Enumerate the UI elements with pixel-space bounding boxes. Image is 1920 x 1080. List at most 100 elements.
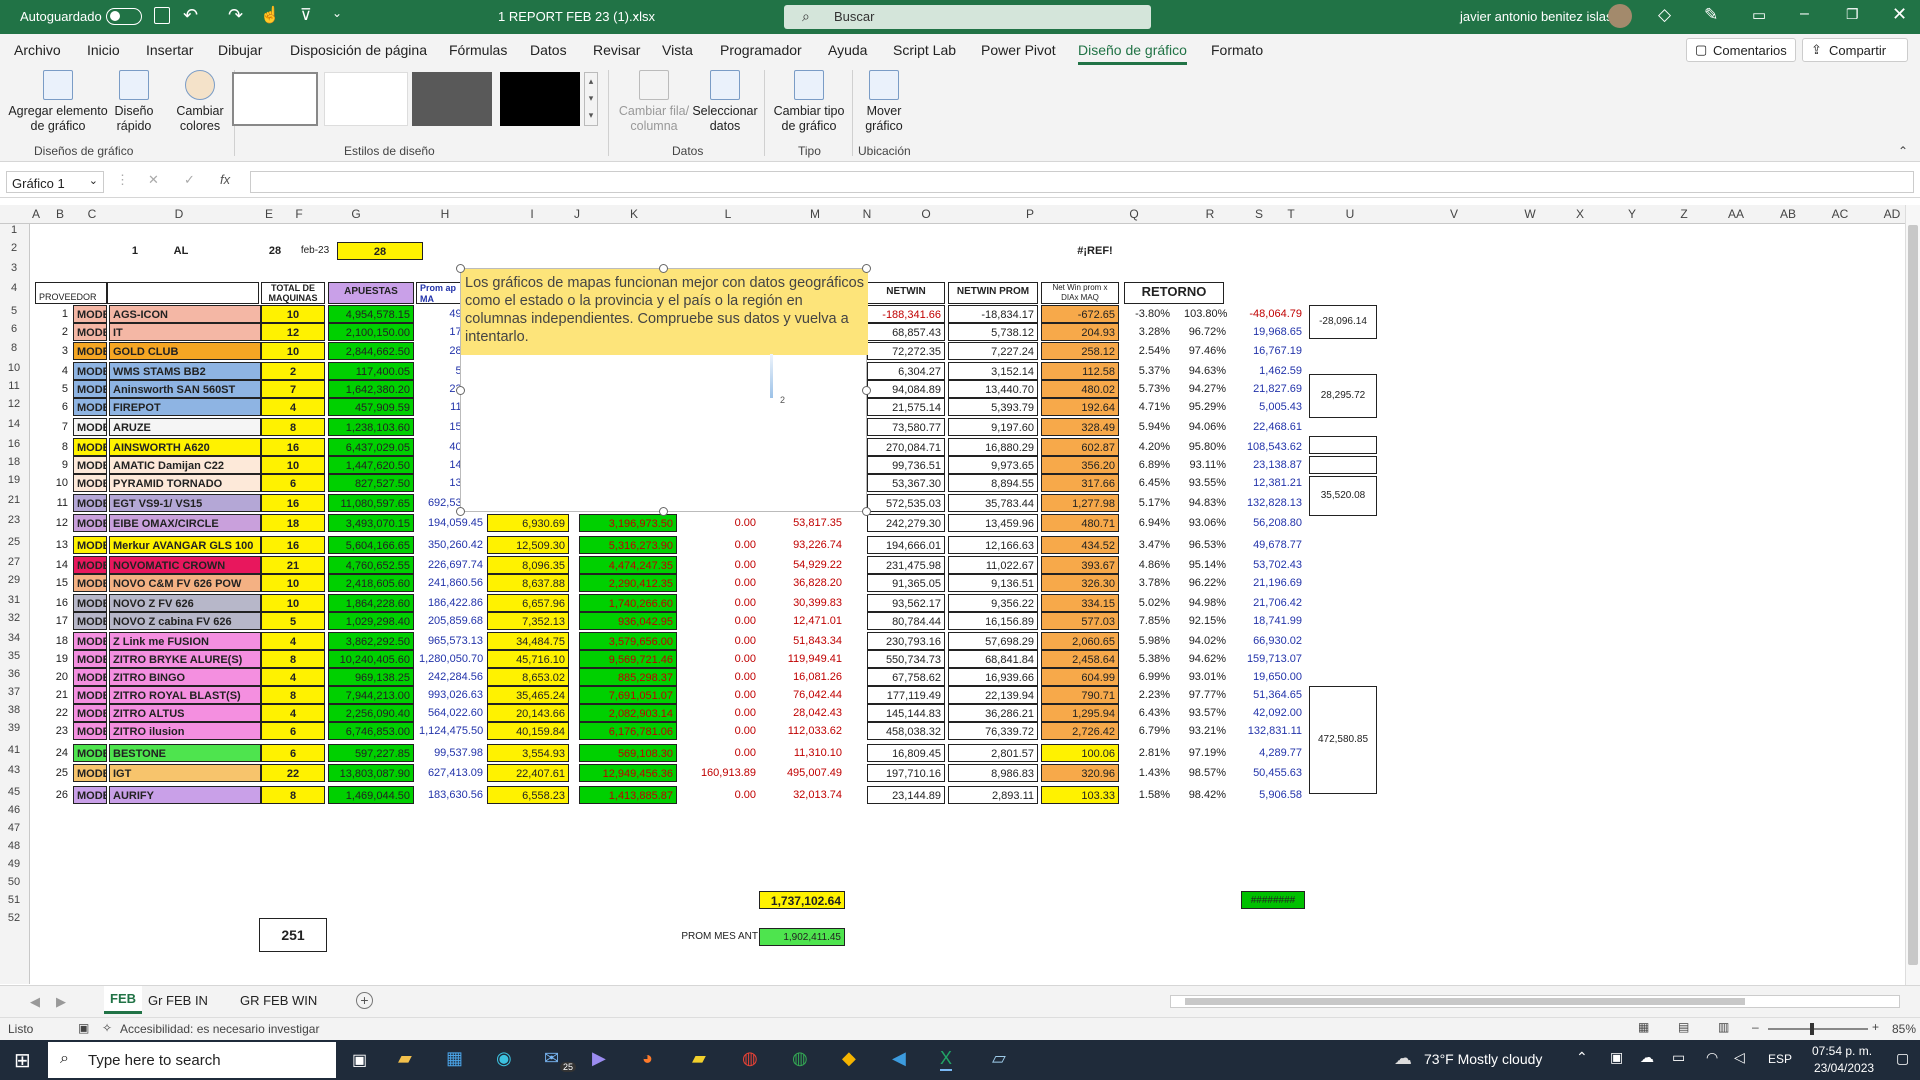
cell-r[interactable]: 6.45% [1131, 474, 1173, 492]
row-header-23[interactable]: 23 [0, 514, 28, 526]
cell-u[interactable]: 21,706.42 [1241, 594, 1305, 612]
cell-netwin[interactable]: NETWIN [867, 282, 945, 304]
cell-q[interactable]: 100.06 [1041, 744, 1119, 762]
switch-row-column-button[interactable]: Cambiar fila/ columna [618, 70, 690, 134]
cell-o[interactable]: 458,038.32 [867, 722, 945, 740]
row-header-34[interactable]: 34 [0, 632, 28, 644]
cell-k[interactable]: 3,196,973.50 [579, 514, 677, 532]
chrome-2-icon[interactable]: ◍ [792, 1048, 808, 1069]
cell-c[interactable]: MODELO [73, 668, 107, 686]
cell-u[interactable]: 1,462.59 [1241, 362, 1305, 380]
cell-o[interactable]: 550,734.73 [867, 650, 945, 668]
cell-m[interactable]: 53,817.35 [761, 514, 845, 532]
clock-date[interactable]: 23/04/2023 [1814, 1061, 1874, 1075]
menu-insert[interactable]: Insertar [146, 42, 193, 58]
cell-s[interactable]: 93.55% [1181, 474, 1229, 492]
cell-b[interactable]: 16 [41, 594, 71, 612]
cell-u[interactable]: 159,713.07 [1241, 650, 1305, 668]
column-header-a[interactable]: A [30, 207, 42, 221]
undo-icon[interactable]: ↶ [183, 5, 198, 26]
cell-d[interactable]: GOLD CLUB [109, 342, 261, 360]
cell-p[interactable]: 36,286.21 [948, 704, 1038, 722]
cell-r[interactable]: 2.23% [1131, 686, 1173, 704]
cell-u[interactable]: 132,831.11 [1241, 722, 1305, 740]
column-header-v[interactable]: V [1402, 207, 1506, 221]
cell-l[interactable]: 0.00 [681, 594, 759, 612]
mail-icon[interactable]: ✉ [544, 1048, 559, 1069]
chart-style-1[interactable] [232, 72, 318, 126]
taskbar-search[interactable]: ⌕ Type here to search [48, 1042, 336, 1078]
row-header-45[interactable]: 45 [0, 786, 28, 798]
cell-h[interactable]: 564,022.60 [416, 704, 486, 722]
cell-b[interactable]: 12 [41, 514, 71, 532]
cell-q[interactable]: 480.71 [1041, 514, 1119, 532]
cell-o[interactable]: 572,535.03 [867, 494, 945, 512]
cell-c[interactable]: MODELO [73, 418, 107, 436]
cell-u[interactable]: 12,381.21 [1241, 474, 1305, 492]
comments-button[interactable]: ▢ Comentarios [1686, 38, 1796, 62]
cell-d[interactable]: ARUZE [109, 418, 261, 436]
cell-q[interactable]: 204.93 [1041, 323, 1119, 341]
cell-e[interactable]: 8 [261, 650, 325, 668]
cell-g2[interactable]: 28 [337, 242, 423, 260]
cell-g[interactable]: 2,100,150.00 [328, 323, 414, 341]
row-header-37[interactable]: 37 [0, 686, 28, 698]
tab-prev-icon[interactable]: ◀ [30, 994, 40, 1010]
cell-g[interactable]: 4,760,652.55 [328, 556, 414, 574]
cell-r[interactable]: 3.28% [1131, 323, 1173, 341]
cell-netwin-prom-x[interactable]: Net Win prom x DIAx MAQ [1041, 282, 1119, 304]
cell-d[interactable]: AINSWORTH A620 [109, 438, 261, 456]
column-header-f[interactable]: F [284, 207, 314, 221]
cell-u[interactable]: 23,138.87 [1241, 456, 1305, 474]
cell-s[interactable]: 94.63% [1181, 362, 1229, 380]
row-header-19[interactable]: 19 [0, 474, 28, 486]
cell-q[interactable]: 2,458.64 [1041, 650, 1119, 668]
cell-b[interactable]: 23 [41, 722, 71, 740]
horizontal-scrollbar[interactable] [1170, 995, 1900, 1008]
cell-e[interactable]: 7 [261, 380, 325, 398]
cell-v-box-empty-2[interactable] [1309, 456, 1377, 474]
cell-b[interactable]: 21 [41, 686, 71, 704]
cell-u[interactable]: 5,906.58 [1241, 786, 1305, 804]
cell-e[interactable]: 5 [261, 612, 325, 630]
cell-u[interactable]: 22,468.61 [1241, 418, 1305, 436]
cell-p[interactable]: 13,440.70 [948, 380, 1038, 398]
cell-d[interactable]: ZITRO ilusion [109, 722, 261, 740]
row-header-39[interactable]: 39 [0, 722, 28, 734]
cell-o[interactable]: 21,575.14 [867, 398, 945, 416]
cell-o[interactable]: 68,857.43 [867, 323, 945, 341]
cell-g[interactable]: 1,469,044.50 [328, 786, 414, 804]
cell-c[interactable]: MODELO [73, 323, 107, 341]
cell-c[interactable]: MODELO [73, 556, 107, 574]
cell-h[interactable]: 965,573.13 [416, 632, 486, 650]
cell-p[interactable]: 68,841.84 [948, 650, 1038, 668]
cell-c[interactable]: MODELO [73, 342, 107, 360]
cell-k[interactable]: 2,290,412.35 [579, 574, 677, 592]
cell-s[interactable]: 96.72% [1181, 323, 1229, 341]
cell-k[interactable]: 936,042.95 [579, 612, 677, 630]
cell-k[interactable]: 5,316,273.90 [579, 536, 677, 554]
cell-c[interactable]: MODELO [73, 398, 107, 416]
row-header-3[interactable]: 3 [0, 262, 28, 274]
resize-handle-tl[interactable] [456, 264, 465, 273]
row-header-2[interactable]: 2 [0, 242, 28, 254]
cell-m[interactable]: 76,042.44 [761, 686, 845, 704]
column-header-g[interactable]: G [314, 207, 398, 221]
cell-v-box-4[interactable]: 472,580.85 [1309, 686, 1377, 794]
cell-s[interactable]: 97.77% [1181, 686, 1229, 704]
column-header-ac[interactable]: AC [1814, 207, 1866, 221]
cell-o[interactable]: 72,272.35 [867, 342, 945, 360]
row-header-31[interactable]: 31 [0, 594, 28, 606]
column-header-ab[interactable]: AB [1762, 207, 1814, 221]
menu-formulas[interactable]: Fórmulas [449, 42, 507, 58]
cell-i[interactable]: 3,554.93 [487, 744, 569, 762]
cell-e49[interactable]: 251 [259, 918, 327, 952]
cell-k[interactable]: 1,413,885.87 [579, 786, 677, 804]
cell-s[interactable]: 95.29% [1181, 398, 1229, 416]
cell-b[interactable]: 2 [41, 323, 71, 341]
cell-c[interactable]: MODELO [73, 744, 107, 762]
cell-e[interactable]: 4 [261, 668, 325, 686]
cell-s[interactable]: 92.15% [1181, 612, 1229, 630]
cell-c[interactable]: MODELO [73, 494, 107, 512]
cell-d[interactable]: IT [109, 323, 261, 341]
